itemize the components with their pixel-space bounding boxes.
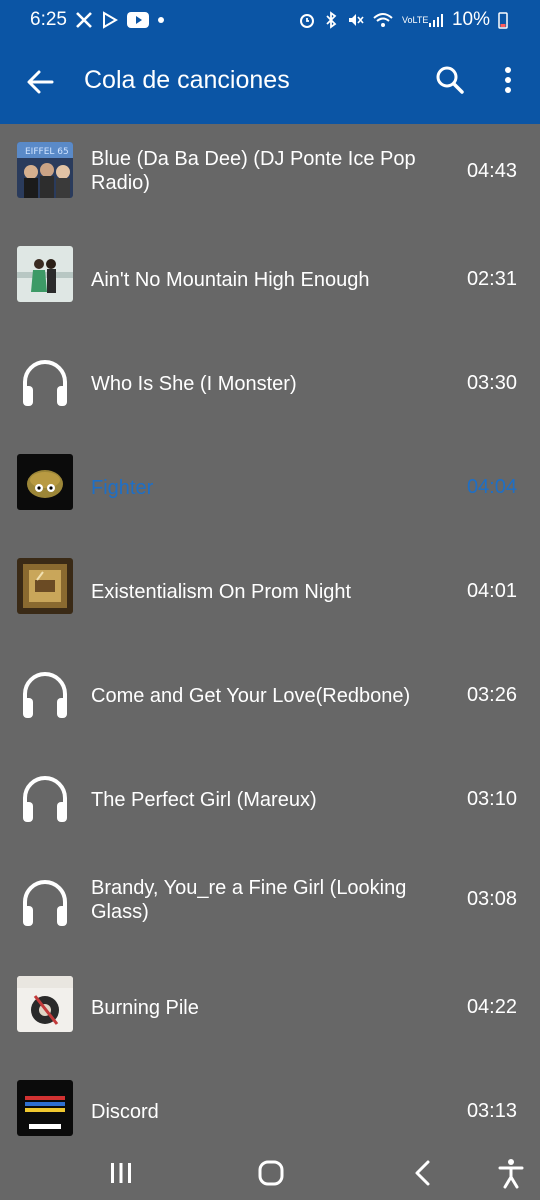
song-duration: 03:13 (466, 1100, 517, 1122)
notification-dot-icon (157, 16, 165, 24)
system-nav-bar (0, 1144, 540, 1200)
battery-icon (498, 11, 508, 29)
more-options-icon[interactable] (496, 64, 520, 96)
signal-icon (428, 12, 444, 28)
accessibility-icon[interactable] (494, 1156, 528, 1190)
album-fighter-icon (17, 454, 73, 510)
page-title: Cola de canciones (84, 66, 290, 94)
song-duration: 03:26 (466, 684, 517, 706)
list-item[interactable]: Discord 03:13 (0, 1060, 540, 1144)
song-title: Blue (Da Ba Dee) (DJ Ponte Ice Pop Radio… (91, 148, 416, 194)
album-discord-icon (17, 1080, 73, 1136)
home-icon[interactable] (254, 1156, 288, 1190)
album-burning-pile-icon (17, 976, 73, 1032)
list-item[interactable]: Existentialism On Prom Night 04:01 (0, 540, 540, 644)
headphones-icon (17, 354, 73, 410)
song-title: Ain't No Mountain High Enough (91, 269, 370, 291)
song-title: Fighter (91, 477, 154, 499)
song-duration: 02:31 (466, 268, 517, 290)
song-duration: 03:08 (466, 888, 517, 910)
song-title: Discord (91, 1101, 159, 1123)
song-duration: 03:30 (466, 372, 517, 394)
list-item[interactable]: Ain't No Mountain High Enough 02:31 (0, 228, 540, 332)
album-couple-icon (17, 246, 73, 302)
list-item-playing[interactable]: Fighter 04:04 (0, 436, 540, 540)
headphones-icon (17, 874, 73, 930)
alarm-icon (298, 11, 316, 29)
list-item[interactable]: EIFFEL 65 Blue (Da Ba Dee) (DJ Ponte Ice… (0, 124, 540, 228)
song-title: Who Is She (I Monster) (91, 373, 297, 395)
song-title: Come and Get Your Love(Redbone) (91, 685, 411, 707)
search-icon[interactable] (434, 64, 466, 96)
status-right: VoLTE 10% (298, 9, 508, 31)
battery-percent: 10% (451, 9, 490, 30)
status-bar: 6:25 VoLTE 10% (0, 0, 540, 40)
song-duration: 04:04 (466, 476, 517, 498)
status-left: 6:25 (30, 9, 165, 31)
song-title: Existentialism On Prom Night (91, 581, 352, 603)
song-title: Brandy, You_re a Fine Girl (Looking Glas… (91, 877, 407, 923)
song-title: Burning Pile (91, 997, 199, 1019)
back-icon[interactable] (406, 1156, 440, 1190)
mute-icon (346, 11, 364, 29)
play-store-icon (101, 11, 119, 29)
song-duration: 04:01 (466, 580, 517, 602)
song-title: The Perfect Girl (Mareux) (91, 789, 317, 811)
song-duration: 04:43 (466, 160, 517, 182)
list-item[interactable]: Come and Get Your Love(Redbone) 03:26 (0, 644, 540, 748)
x-app-icon (75, 11, 93, 29)
list-item[interactable]: Burning Pile 04:22 (0, 956, 540, 1060)
back-arrow-icon[interactable] (24, 66, 56, 98)
headphones-icon (17, 770, 73, 826)
list-item[interactable]: The Perfect Girl (Mareux) 03:10 (0, 748, 540, 852)
bluetooth-icon (324, 11, 338, 29)
album-eiffel65-icon: EIFFEL 65 (17, 142, 73, 198)
album-frame-icon (17, 558, 73, 614)
app-bar: Cola de canciones (0, 40, 540, 124)
wifi-icon (372, 11, 394, 29)
list-item[interactable]: Brandy, You_re a Fine Girl (Looking Glas… (0, 852, 540, 956)
song-duration: 03:10 (466, 788, 517, 810)
recents-icon[interactable] (104, 1156, 138, 1190)
song-duration: 04:22 (466, 996, 517, 1018)
headphones-icon (17, 666, 73, 722)
list-item[interactable]: Who Is She (I Monster) 03:30 (0, 332, 540, 436)
youtube-icon (126, 12, 149, 28)
status-time: 6:25 (30, 9, 67, 30)
network-type: VoLTE (401, 14, 429, 25)
svg-text:EIFFEL 65: EIFFEL 65 (25, 147, 69, 157)
queue-list: EIFFEL 65 Blue (Da Ba Dee) (DJ Ponte Ice… (0, 124, 540, 1144)
